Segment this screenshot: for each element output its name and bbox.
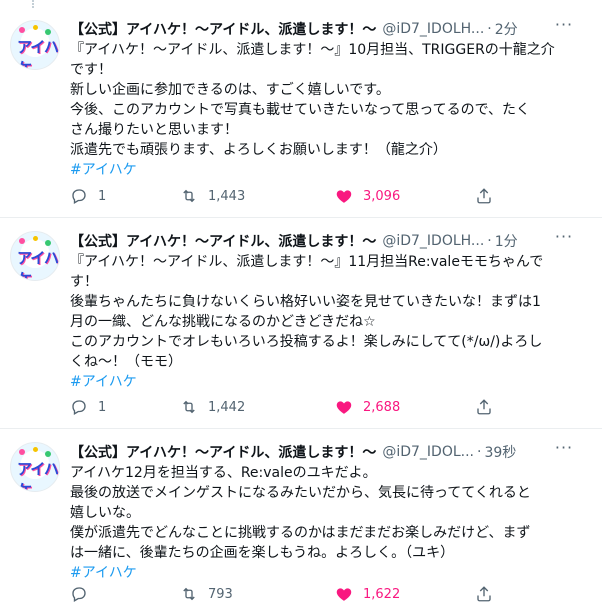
share-icon (477, 188, 491, 204)
tweet-line: 月の一織、どんな挑戦になるのかどきどきだね☆ (70, 314, 376, 330)
separator: · (487, 21, 492, 37)
tweet[interactable]: アイハケ 【公式】アイハケ！〜アイドル、派遣します！〜 @iD7_IDOL...… (0, 429, 602, 615)
retweet-icon (183, 400, 195, 414)
avatar[interactable]: アイハケ (10, 231, 60, 281)
like-count: 1,622 (363, 586, 401, 602)
like-button[interactable]: 1,622 (335, 585, 400, 603)
tweet-actions: 1 1,442 2,688 (70, 396, 520, 418)
more-options-icon[interactable]: ··· (554, 440, 574, 461)
tweet-line: 嬉しいな。 (70, 505, 140, 521)
share-button[interactable] (475, 398, 493, 416)
tweet-line: 『アイハケ！〜アイドル、派遣します！〜』11月担当Re:valeモモちゃんで (70, 254, 544, 270)
more-options-icon[interactable]: ··· (554, 229, 574, 250)
reply-button[interactable]: 1 (70, 398, 106, 416)
tweet-line: このアカウントでオレもいろいろ投稿するよ！楽しみにしてて(*/ω/)よろし (70, 334, 543, 350)
tweet-line: です！ (70, 62, 112, 78)
tweet-line: 新しい企画に参加できるのは、すごく嬉しいです。 (70, 82, 390, 98)
reply-icon (72, 587, 86, 602)
heart-icon (336, 401, 352, 414)
retweet-icon (183, 587, 195, 601)
user-handle[interactable]: @iD7_IDOLH... (382, 21, 484, 37)
tweet-text: アイハケ12月を担当する、Re:valeのユキだよ。 最後の放送でメインゲストに… (70, 463, 580, 583)
display-name[interactable]: 【公式】アイハケ！〜アイドル、派遣します！〜 (70, 19, 376, 39)
hashtag-link[interactable]: #アイハケ (70, 372, 580, 392)
tweet-header: 【公式】アイハケ！〜アイドル、派遣します！〜 @iD7_IDOL... · 39… (70, 441, 516, 463)
separator: · (487, 233, 492, 249)
reply-icon (72, 189, 86, 204)
tweet-line: 『アイハケ！〜アイドル、派遣します！〜』10月担当、TRIGGERの十龍之介 (70, 42, 555, 58)
tweet-line: 最後の放送でメインゲストになるみたいだから、気長に待っててくれると (70, 485, 531, 501)
tweet-header: 【公式】アイハケ！〜アイドル、派遣します！〜 @iD7_IDOLH... · 2… (70, 18, 518, 40)
thread-connector (32, 0, 44, 8)
avatar[interactable]: アイハケ (10, 20, 60, 70)
tweet-text: 『アイハケ！〜アイドル、派遣します！〜』10月担当、TRIGGERの十龍之介 で… (70, 40, 580, 180)
reply-button[interactable]: 1 (70, 187, 106, 205)
tweet-line: 派遣先でも頑張ります、よろしくお願いします！（龍之介） (70, 142, 447, 158)
share-icon (477, 586, 491, 602)
retweet-count: 1,442 (208, 399, 246, 415)
share-button[interactable] (475, 187, 493, 205)
like-count: 3,096 (363, 188, 401, 204)
tweet-line: くね〜！（モモ） (70, 354, 182, 370)
tweet-line: 後輩ちゃんたちに負けないくらい格好いい姿を見せていきたいな！まずは1 (70, 294, 541, 310)
tweet-actions: 1 1,443 3,096 (70, 185, 520, 207)
hashtag-link[interactable]: #アイハケ (70, 160, 580, 180)
retweet-button[interactable]: 1,442 (180, 398, 245, 416)
tweet-actions: 793 1,622 (70, 583, 520, 605)
tweet[interactable]: アイハケ 【公式】アイハケ！〜アイドル、派遣します！〜 @iD7_IDOLH..… (0, 0, 602, 218)
user-handle[interactable]: @iD7_IDOLH... (382, 233, 484, 249)
tweet-line: 今後、このアカウントで写真も載せていきたいなって思ってるので、たく (70, 102, 531, 118)
tweet-line: さん撮りたいと思います！ (70, 122, 238, 138)
avatar-logo-text: アイハケ (17, 460, 59, 492)
display-name[interactable]: 【公式】アイハケ！〜アイドル、派遣します！〜 (70, 442, 376, 462)
timestamp[interactable]: 39秒 (484, 442, 516, 462)
more-options-icon[interactable]: ··· (554, 17, 574, 38)
tweet-line: す！ (70, 274, 98, 290)
reply-icon (72, 400, 86, 415)
hashtag-link[interactable]: #アイハケ (70, 563, 580, 583)
retweet-button[interactable]: 793 (180, 585, 233, 603)
tweet-line: は一緒に、後輩たちの企画を楽しもうね。よろしく。（ユキ） (70, 545, 455, 561)
heart-icon (336, 190, 352, 203)
display-name[interactable]: 【公式】アイハケ！〜アイドル、派遣します！〜 (70, 231, 376, 251)
separator: · (476, 444, 482, 460)
reply-count: 1 (98, 399, 107, 415)
tweet-line: アイハケ12月を担当する、Re:valeのユキだよ。 (70, 465, 377, 481)
retweet-icon (183, 189, 195, 203)
retweet-count: 1,443 (208, 188, 246, 204)
share-button[interactable] (475, 585, 493, 603)
tweet[interactable]: アイハケ 【公式】アイハケ！〜アイドル、派遣します！〜 @iD7_IDOLH..… (0, 218, 602, 429)
retweet-count: 793 (208, 586, 233, 602)
like-button[interactable]: 2,688 (335, 398, 400, 416)
like-button[interactable]: 3,096 (335, 187, 400, 205)
heart-icon (336, 588, 352, 601)
tweet-header: 【公式】アイハケ！〜アイドル、派遣します！〜 @iD7_IDOLH... · 1… (70, 230, 518, 252)
reply-count: 1 (98, 188, 107, 204)
tweet-text: 『アイハケ！〜アイドル、派遣します！〜』11月担当Re:valeモモちゃんで す… (70, 252, 580, 392)
user-handle[interactable]: @iD7_IDOL... (382, 444, 474, 460)
share-icon (477, 399, 491, 415)
timestamp[interactable]: 2分 (495, 19, 518, 39)
timestamp[interactable]: 1分 (495, 231, 518, 251)
avatar-logo-text: アイハケ (17, 38, 59, 70)
avatar-logo-text: アイハケ (17, 249, 59, 281)
avatar[interactable]: アイハケ (10, 442, 60, 492)
tweet-line: 僕が派遣先でどんなことに挑戦するのかはまだまだお楽しみだけど、まず (70, 525, 531, 541)
retweet-button[interactable]: 1,443 (180, 187, 245, 205)
like-count: 2,688 (363, 399, 401, 415)
reply-button[interactable] (70, 585, 98, 603)
